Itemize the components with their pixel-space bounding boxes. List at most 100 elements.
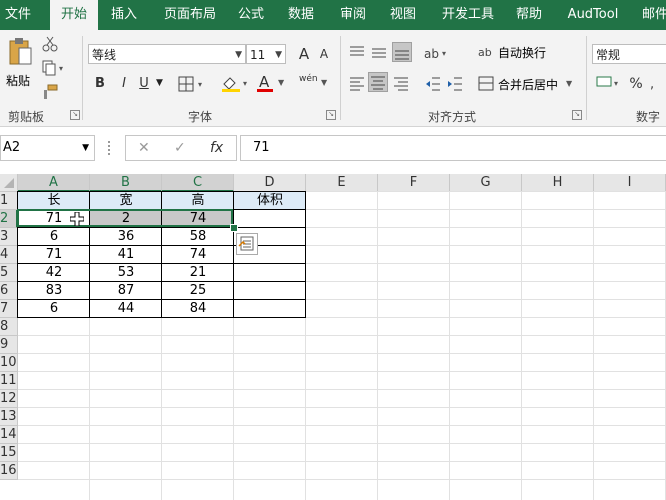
row-header-4[interactable]: 4 [0,246,18,264]
column-header-h[interactable]: H [522,174,594,192]
chevron-down-icon[interactable]: ▼ [156,78,163,88]
row-header-14[interactable]: 14 [0,426,18,444]
align-right-icon[interactable] [392,74,410,92]
tab-page-layout[interactable]: 页面布局 [160,0,220,30]
row-header-10[interactable]: 10 [0,354,18,372]
row-header-11[interactable]: 11 [0,372,18,390]
data-cell[interactable]: 84 [162,300,234,318]
formula-bar-grip-icon[interactable] [108,141,113,155]
data-cell[interactable]: 74 [162,246,234,264]
header-cell[interactable]: 高 [162,192,234,210]
format-painter-icon[interactable] [42,84,58,100]
tab-audtool[interactable]: AudTool [564,0,622,30]
row-header-13[interactable]: 13 [0,408,18,426]
data-cell[interactable]: 21 [162,264,234,282]
tab-file[interactable]: 文件 [2,0,34,30]
tab-data[interactable]: 数据 [284,0,318,30]
row-header-7[interactable]: 7 [0,300,18,318]
font-name-select[interactable]: 等线 ▼ [88,44,246,64]
select-all-corner[interactable] [0,174,18,192]
alignment-launcher-icon[interactable]: ↘ [572,110,582,120]
row-header-2[interactable]: 2 [0,210,18,228]
cut-icon[interactable] [42,36,58,52]
column-header-c[interactable]: C [162,174,234,192]
align-bottom-button[interactable] [392,42,412,62]
increase-indent-icon[interactable] [446,74,464,92]
data-cell[interactable]: 83 [18,282,90,300]
currency-icon[interactable]: ▾ [596,74,622,92]
tab-view[interactable]: 视图 [386,0,420,30]
row-header-12[interactable]: 12 [0,390,18,408]
border-icon[interactable]: ▾ [178,76,208,92]
orientation-icon[interactable]: ab ▾ [422,44,452,62]
data-cell[interactable]: 42 [18,264,90,282]
column-header-b[interactable]: B [90,174,162,192]
tab-mail[interactable]: 邮件 [640,0,666,30]
header-cell[interactable]: 宽 [90,192,162,210]
row-header-1[interactable]: 1 [0,192,18,210]
wrap-text-button[interactable]: ab 自动换行 [478,42,568,62]
row-header-16[interactable]: 16 [0,462,18,480]
data-cell[interactable]: 44 [90,300,162,318]
worksheet-grid[interactable]: A B C D E F G H I 1 2 3 4 5 6 7 8 9 10 11 12 13 14 15 16 长宽高体积 71 2… [0,174,666,500]
align-center-button[interactable] [368,72,388,92]
bold-button[interactable]: B [90,74,110,94]
shrink-font-button[interactable]: A [314,44,334,64]
column-header-a[interactable]: A [18,174,90,192]
data-cell[interactable]: 58 [162,228,234,246]
tab-developer[interactable]: 开发工具 [438,0,498,30]
header-cell[interactable]: 长 [18,192,90,210]
insert-function-icon[interactable]: fx [210,136,223,160]
data-cell[interactable]: 6 [18,300,90,318]
column-header-g[interactable]: G [450,174,522,192]
data-cell[interactable]: 36 [90,228,162,246]
data-cell[interactable]: 25 [162,282,234,300]
align-middle-icon[interactable] [370,44,388,62]
data-cell[interactable]: 53 [90,264,162,282]
row-header-9[interactable]: 9 [0,336,18,354]
data-cell[interactable]: 6 [18,228,90,246]
row-header-6[interactable]: 6 [0,282,18,300]
font-size-select[interactable]: 11 ▼ [246,44,286,64]
grow-font-button[interactable]: A [294,44,314,64]
column-header-e[interactable]: E [306,174,378,192]
data-cell[interactable]: 87 [90,282,162,300]
formula-input[interactable]: 71 [240,135,666,161]
italic-button[interactable]: I [114,74,134,94]
clipboard-launcher-icon[interactable]: ↘ [70,110,80,120]
tab-insert[interactable]: 插入 [106,0,142,30]
comma-style-icon[interactable]: , [648,74,666,92]
tab-review[interactable]: 审阅 [336,0,370,30]
align-left-icon[interactable] [348,74,366,92]
number-format-select[interactable]: 常规 [592,44,666,64]
phonetic-button[interactable]: wén ▼ [298,74,328,94]
cancel-icon[interactable]: ✕ [138,136,150,160]
paste-button[interactable]: 粘贴 [4,36,36,92]
copy-icon[interactable]: ▾ [42,60,66,76]
decrease-indent-icon[interactable] [424,74,442,92]
enter-icon[interactable]: ✓ [174,136,186,160]
quick-analysis-button[interactable] [236,233,258,255]
row-header-5[interactable]: 5 [0,264,18,282]
data-cell[interactable]: 71 [18,246,90,264]
merge-center-button[interactable]: 合并后居中 ▼ [478,74,578,94]
tab-home[interactable]: 开始 [50,0,98,31]
font-color-button[interactable]: A ▼ [256,73,286,94]
fill-handle[interactable] [230,224,238,232]
underline-button[interactable]: U [134,74,154,94]
font-launcher-icon[interactable]: ↘ [326,110,336,120]
name-box[interactable]: A2 ▼ [0,135,95,161]
data-cell[interactable]: 41 [90,246,162,264]
column-header-d[interactable]: D [234,174,306,192]
header-cell[interactable]: 体积 [234,192,306,210]
column-header-i[interactable]: I [594,174,666,192]
tab-formulas[interactable]: 公式 [234,0,268,30]
tab-help[interactable]: 帮助 [512,0,546,30]
percent-button[interactable]: % [626,74,646,94]
column-header-f[interactable]: F [378,174,450,192]
row-header-8[interactable]: 8 [0,318,18,336]
row-header-15[interactable]: 15 [0,444,18,462]
fill-color-icon[interactable]: ▾ [220,74,252,92]
row-header-3[interactable]: 3 [0,228,18,246]
align-top-icon[interactable] [348,44,366,62]
